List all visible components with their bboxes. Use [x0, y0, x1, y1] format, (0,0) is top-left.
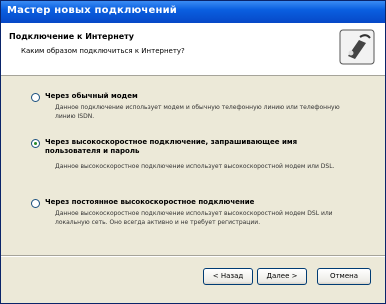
option-dialup-label: Через обычный модем	[45, 92, 138, 100]
wizard-header: Подключение к Интернету Каким образом по…	[1, 23, 385, 76]
option-pppoe-label: Через высокоскоростное подключение, запр…	[45, 138, 298, 155]
back-button[interactable]: < Назад	[203, 268, 253, 285]
title-bar[interactable]: Мастер новых подключений	[1, 1, 385, 23]
window-title: Мастер новых подключений	[7, 5, 177, 16]
next-button[interactable]: Далее >	[257, 268, 307, 285]
footer-separator	[1, 255, 385, 257]
option-broadband-label: Через постоянное высокоскоростное подклю…	[45, 198, 255, 206]
radio-dialup[interactable]	[31, 93, 40, 102]
option-dialup-description: Данное подключение использует модем и об…	[55, 104, 340, 120]
header-subtitle: Каким образом подключиться к Интернету?	[21, 47, 185, 55]
option-pppoe-description: Данное высокоскоростное подключение испо…	[55, 163, 335, 170]
option-broadband-description: Данное высокоскоростное подключение испо…	[55, 210, 333, 226]
option-dialup[interactable]: Через обычный модем Данное подключение и…	[31, 92, 355, 121]
network-wizard-icon	[339, 29, 375, 65]
wizard-content: Через обычный модем Данное подключение и…	[1, 76, 385, 246]
wizard-window: Мастер новых подключений Подключение к И…	[0, 0, 386, 304]
radio-pppoe[interactable]	[31, 139, 40, 148]
radio-broadband[interactable]	[31, 199, 40, 208]
option-broadband[interactable]: Через постоянное высокоскоростное подклю…	[31, 198, 355, 227]
cancel-button[interactable]: Отмена	[317, 268, 371, 285]
header-title: Подключение к Интернету	[9, 32, 135, 41]
option-pppoe[interactable]: Через высокоскоростное подключение, запр…	[31, 138, 355, 171]
